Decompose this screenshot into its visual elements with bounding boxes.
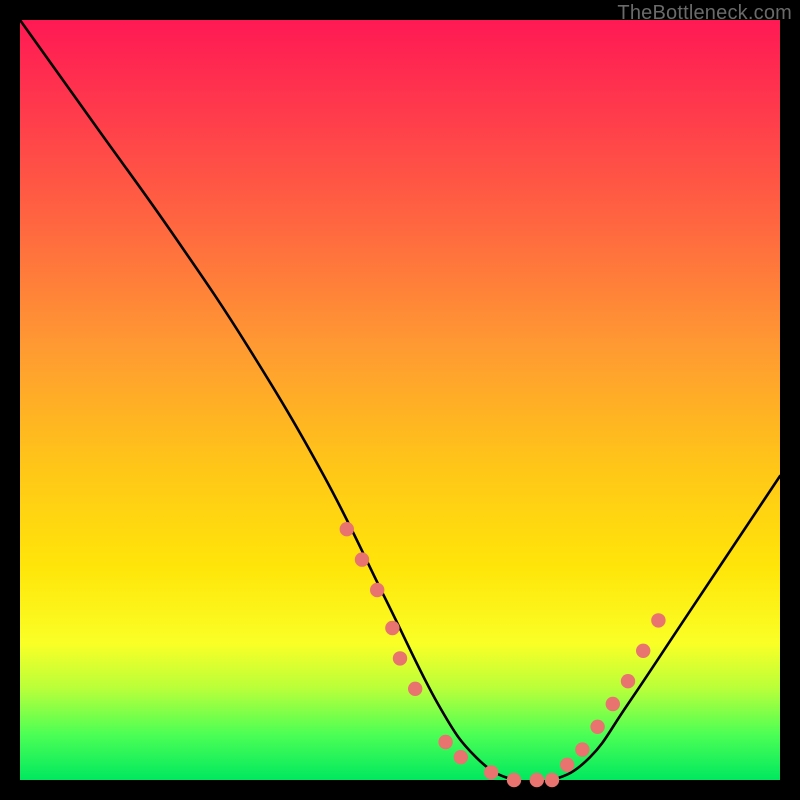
highlight-dot [393, 651, 407, 665]
highlight-dot [385, 621, 399, 635]
highlight-dot [340, 522, 354, 536]
highlight-dot [530, 773, 544, 787]
curve-layer [20, 20, 780, 780]
highlight-dot [454, 750, 468, 764]
highlight-dot [370, 583, 384, 597]
highlight-dot [575, 742, 589, 756]
chart-stage: TheBottleneck.com [0, 0, 800, 800]
highlight-dot [636, 644, 650, 658]
plot-area [20, 20, 780, 780]
highlight-dot [560, 758, 574, 772]
highlight-dot [606, 697, 620, 711]
bottleneck-curve [20, 20, 780, 783]
highlight-dot [484, 765, 498, 779]
highlight-dot [545, 773, 559, 787]
highlight-dot [507, 773, 521, 787]
highlight-dots-group [340, 522, 666, 787]
highlight-dot [408, 682, 422, 696]
highlight-dot [355, 552, 369, 566]
highlight-dot [438, 735, 452, 749]
highlight-dot [651, 613, 665, 627]
highlight-dot [621, 674, 635, 688]
highlight-dot [590, 720, 604, 734]
